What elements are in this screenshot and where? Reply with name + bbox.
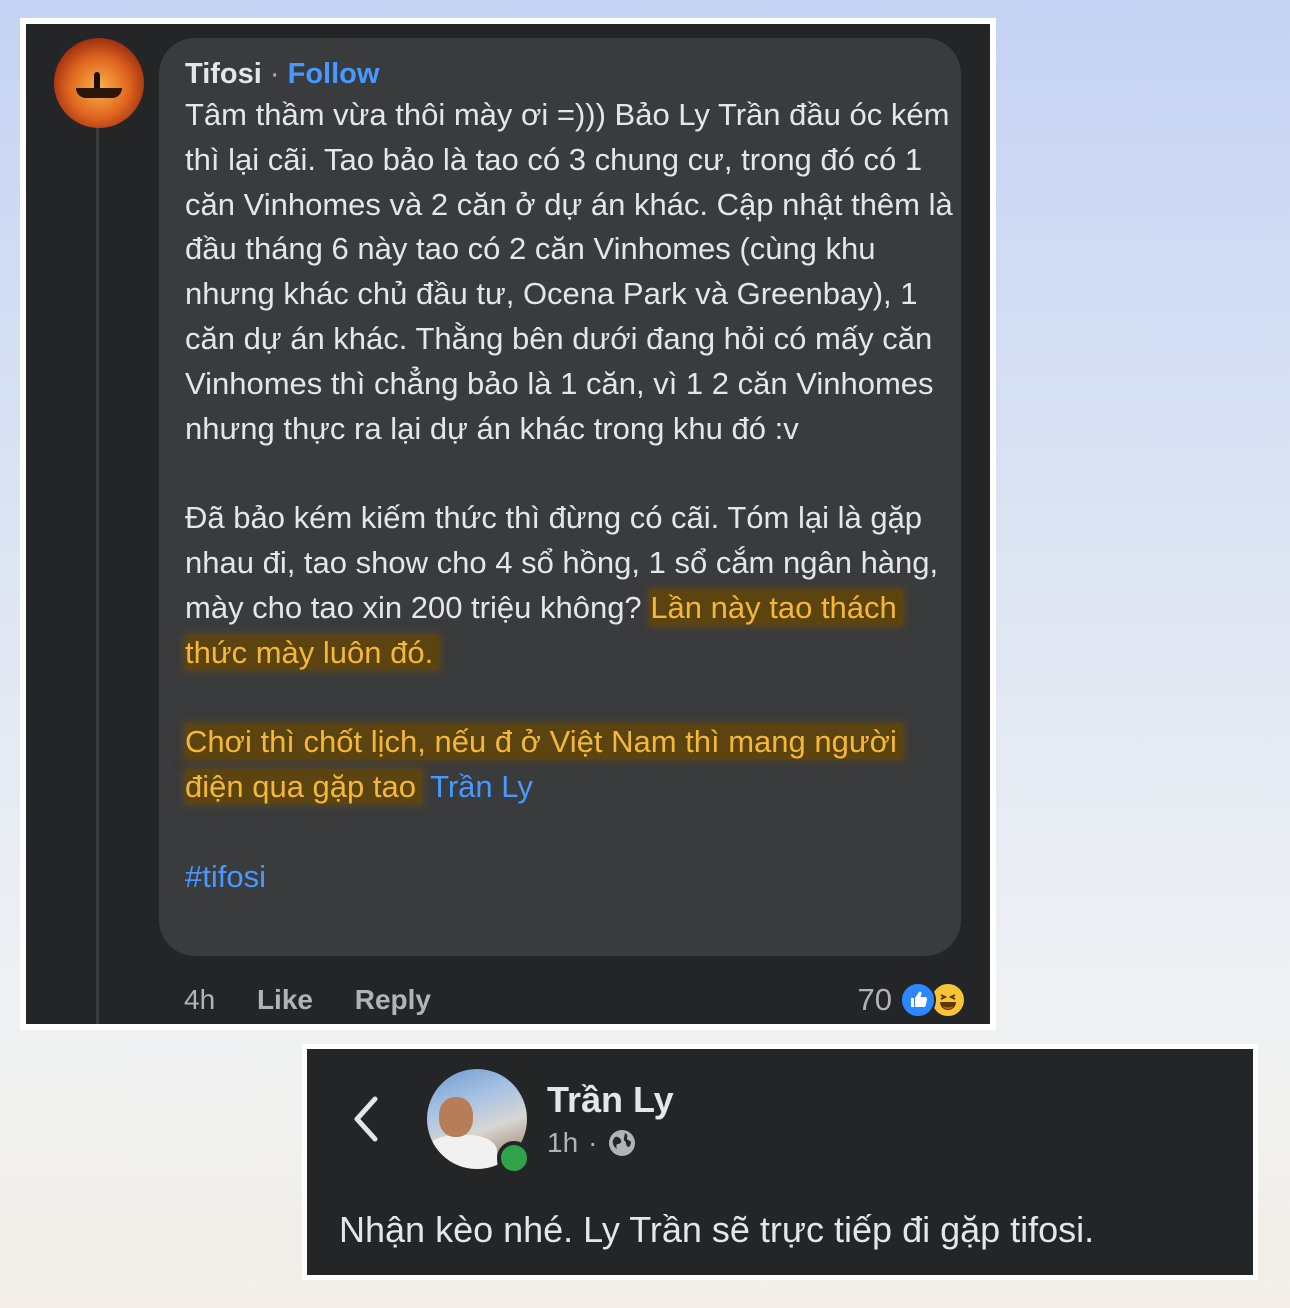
like-icon (900, 982, 936, 1018)
reply-button[interactable]: Reply (355, 984, 431, 1015)
avatar-head (439, 1097, 473, 1137)
back-button[interactable] (345, 1089, 385, 1149)
like-button[interactable]: Like (257, 984, 313, 1015)
highlighted-text: Chơi thì chốt lịch, nếu đ ở Việt Nam thì… (185, 724, 903, 804)
comment-time[interactable]: 4h (184, 984, 215, 1015)
post-time[interactable]: 1h (547, 1127, 578, 1159)
globe-icon[interactable] (607, 1128, 637, 1158)
comment-body: Tâm thầm vừa thôi mày ơi =))) Bảo Ly Trầ… (185, 93, 955, 899)
comment-bubble: Tifosi · Follow Tâm thầm vừa thôi mày ơi… (159, 38, 961, 956)
comment-paragraph: Tâm thầm vừa thôi mày ơi =))) Bảo Ly Trầ… (185, 97, 953, 446)
chevron-left-icon (354, 1096, 378, 1142)
mention-link[interactable]: Trần Ly (430, 769, 533, 804)
reaction-count: 70 (857, 982, 892, 1017)
comment-paragraph: #tifosi (185, 855, 955, 900)
comment-actions: 4h Like Reply (184, 984, 465, 1016)
avatar[interactable] (54, 38, 144, 128)
avatar-boat (76, 88, 122, 98)
meta-separator: · (588, 1127, 598, 1158)
reaction-summary[interactable]: 70 (858, 980, 966, 1020)
hashtag-link[interactable]: #tifosi (185, 859, 266, 894)
post-card: Trần Ly 1h · Nhận kèo nhé. Ly Trần sẽ tr… (302, 1044, 1258, 1280)
comment-header: Tifosi · Follow (185, 56, 379, 92)
comment-author[interactable]: Tifosi (185, 58, 262, 90)
post-author[interactable]: Trần Ly (547, 1079, 674, 1121)
comment-card: Tifosi · Follow Tâm thầm vừa thôi mày ơi… (20, 18, 996, 1030)
comment-paragraph: Đã bảo kém kiếm thức thì đừng có cãi. Tó… (185, 496, 955, 675)
post-text: Nhận kèo nhé. Ly Trần sẽ trực tiếp đi gặ… (339, 1209, 1095, 1250)
comment-paragraph: Chơi thì chốt lịch, nếu đ ở Việt Nam thì… (185, 720, 955, 810)
thread-line (96, 124, 99, 1024)
follow-button[interactable]: Follow (288, 58, 380, 90)
avatar-shirt (427, 1135, 497, 1169)
header-separator: · (269, 58, 280, 90)
online-status-indicator (497, 1141, 531, 1175)
post-meta: 1h · (547, 1127, 637, 1159)
